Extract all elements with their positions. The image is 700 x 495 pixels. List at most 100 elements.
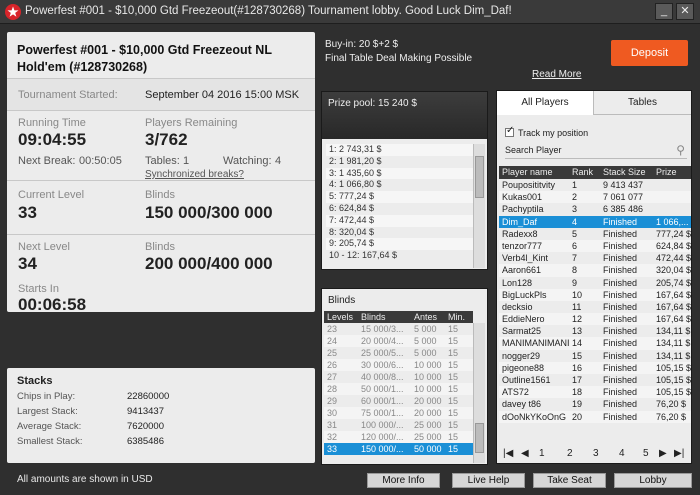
blinds-row[interactable]: 25 25 000/5... 5 000 15 [324,347,473,359]
blinds-cell: 15 [448,336,459,346]
blinds-row[interactable]: 32 120 000/... 25 000 15 [324,431,473,443]
blinds-cell: 15 [448,396,459,406]
player-cell: 105,15 $ [656,387,691,398]
page-2[interactable]: 2 [567,448,573,459]
deposit-button[interactable]: Deposit [611,40,688,66]
blinds-row[interactable]: 26 30 000/6... 10 000 15 [324,359,473,371]
player-cell: 17 [572,375,583,385]
player-cell: decksio [502,301,533,312]
track-position-row[interactable]: ✓ Track my position [505,126,588,138]
player-row[interactable]: Verb4l_Kint 7 Finished 472,44 $ [499,252,691,264]
blinds-scroll-thumb[interactable] [475,423,484,453]
col-player-name[interactable]: Player name [499,166,569,179]
blinds-cell: 10 000 [414,372,442,382]
player-row[interactable]: nogger29 15 Finished 134,11 $ [499,350,691,362]
last-page-button[interactable]: ▶| [674,448,684,459]
blinds-row[interactable]: 30 75 000/1... 20 000 15 [324,407,473,419]
player-row[interactable]: Kukas001 2 7 061 077 [499,191,691,204]
running-time-label: Running Time [18,117,86,129]
player-row[interactable]: Outline1561 17 Finished 105,15 $ [499,374,691,386]
synchronized-breaks-link[interactable]: Synchronized breaks? [145,169,244,180]
prize-scrollbar[interactable] [473,144,485,268]
blinds-cell: 100 000/... [361,420,404,430]
blinds-scrollbar[interactable] [473,323,485,463]
next-level-value: 34 [18,254,37,273]
col-stack-size[interactable]: Stack Size [600,166,653,179]
player-cell: Verb4l_Kint [502,253,549,264]
player-row[interactable]: decksio 11 Finished 167,64 $ [499,301,691,313]
player-cell: Kukas001 [502,192,543,203]
page-4[interactable]: 4 [619,448,625,459]
blinds-row[interactable]: 23 15 000/3... 5 000 15 [324,323,473,335]
player-row[interactable]: MANIMANIMANI 14 Finished 134,11 $ [499,337,691,350]
players-header-row: Player name Rank Stack Size Prize [499,166,691,179]
blinds-col-blinds[interactable]: Blinds [358,311,411,323]
read-more-link[interactable]: Read More [532,69,581,80]
currency-note: All amounts are shown in USD [17,474,153,485]
search-player-input[interactable]: Search Player ⚲ [505,143,687,159]
blinds-cell: 15 [448,348,459,358]
col-rank[interactable]: Rank [569,166,600,179]
player-row[interactable]: dOoNkYKoOnG 20 Finished 76,20 $ [499,410,691,423]
blinds-cell: 15 [448,432,459,442]
blinds-col-levels[interactable]: Levels [324,311,358,323]
player-cell: 18 [572,387,583,398]
player-row[interactable]: Pouposititvity 1 9 413 437 [499,179,691,191]
player-row[interactable]: Aaron661 8 Finished 320,04 $ [499,264,691,277]
player-cell: EddieNero [502,314,545,325]
blinds-row[interactable]: 28 50 000/1... 10 000 15 [324,383,473,395]
player-row[interactable]: Sarmat25 13 Finished 134,11 $ [499,325,691,337]
largest-stack-label: Largest Stack: [17,406,78,417]
player-cell: Finished [603,228,638,239]
tab-tables[interactable]: Tables [594,91,691,115]
blinds-row[interactable]: 24 20 000/4... 5 000 15 [324,335,473,347]
player-cell: Finished [603,314,638,325]
first-page-button[interactable]: |◀ [503,448,513,459]
blinds-col-min[interactable]: Min. [445,311,473,323]
player-cell: tenzor777 [502,240,543,251]
player-cell [653,191,691,203]
prize-row: 8: 320,04 $ [329,226,375,237]
current-level-label: Current Level [18,189,85,201]
tab-all-players[interactable]: All Players [497,91,594,115]
player-row[interactable]: tenzor777 6 Finished 624,84 $ [499,239,691,253]
blinds-row[interactable]: 33 150 000/... 50 000 15 [324,443,473,455]
player-cell: 76,20 $ [656,411,687,422]
player-row[interactable]: Radexx8 5 Finished 777,24 $ [499,228,691,240]
current-level-value: 33 [18,203,37,222]
blinds-col-antes[interactable]: Antes [411,311,445,323]
blinds-row[interactable]: 27 40 000/8... 10 000 15 [324,371,473,383]
player-cell: 10 [572,289,583,300]
page-5[interactable]: 5 [643,448,649,459]
player-row[interactable]: Pachyptila 3 6 385 486 [499,203,691,215]
track-position-checkbox[interactable]: ✓ [505,126,514,137]
player-row[interactable]: EddieNero 12 Finished 167,64 $ [499,313,691,326]
page-3[interactable]: 3 [593,448,599,459]
blinds-cell: 15 [448,324,459,334]
player-row[interactable]: davey t86 19 Finished 76,20 $ [499,398,691,410]
next-page-button[interactable]: ▶ [659,448,667,459]
blinds-row[interactable]: 31 100 000/... 25 000 15 [324,419,473,431]
col-prize[interactable]: Prize [653,166,691,179]
search-icon[interactable]: ⚲ [676,143,685,157]
player-cell: 167,64 $ [656,314,691,325]
blinds-cell: 75 000/1... [361,408,404,418]
close-button[interactable]: ✕ [676,3,694,20]
player-cell: 16 [572,362,583,373]
prev-page-button[interactable]: ◀ [521,448,529,459]
live-help-button[interactable]: Live Help [452,473,525,488]
take-seat-button[interactable]: Take Seat [533,473,606,488]
blinds-cell: 31 [327,420,338,430]
player-row[interactable]: ATS72 18 Finished 105,15 $ [499,386,691,399]
player-row[interactable]: Lon128 9 Finished 205,74 $ [499,277,691,289]
blinds-row[interactable]: 29 60 000/1... 20 000 15 [324,395,473,407]
lobby-button[interactable]: Lobby [614,473,692,488]
more-info-button[interactable]: More Info [367,473,440,488]
player-cell: 2 [572,192,578,203]
minimize-button[interactable]: _ [655,3,673,20]
page-1[interactable]: 1 [539,448,545,459]
player-row[interactable]: pigeone88 16 Finished 105,15 $ [499,361,691,374]
prize-scroll-thumb[interactable] [475,156,484,198]
player-row[interactable]: Dim_Daf 4 Finished 1 066,... [499,215,691,228]
player-row[interactable]: BigLuckPls 10 Finished 167,64 $ [499,288,691,301]
